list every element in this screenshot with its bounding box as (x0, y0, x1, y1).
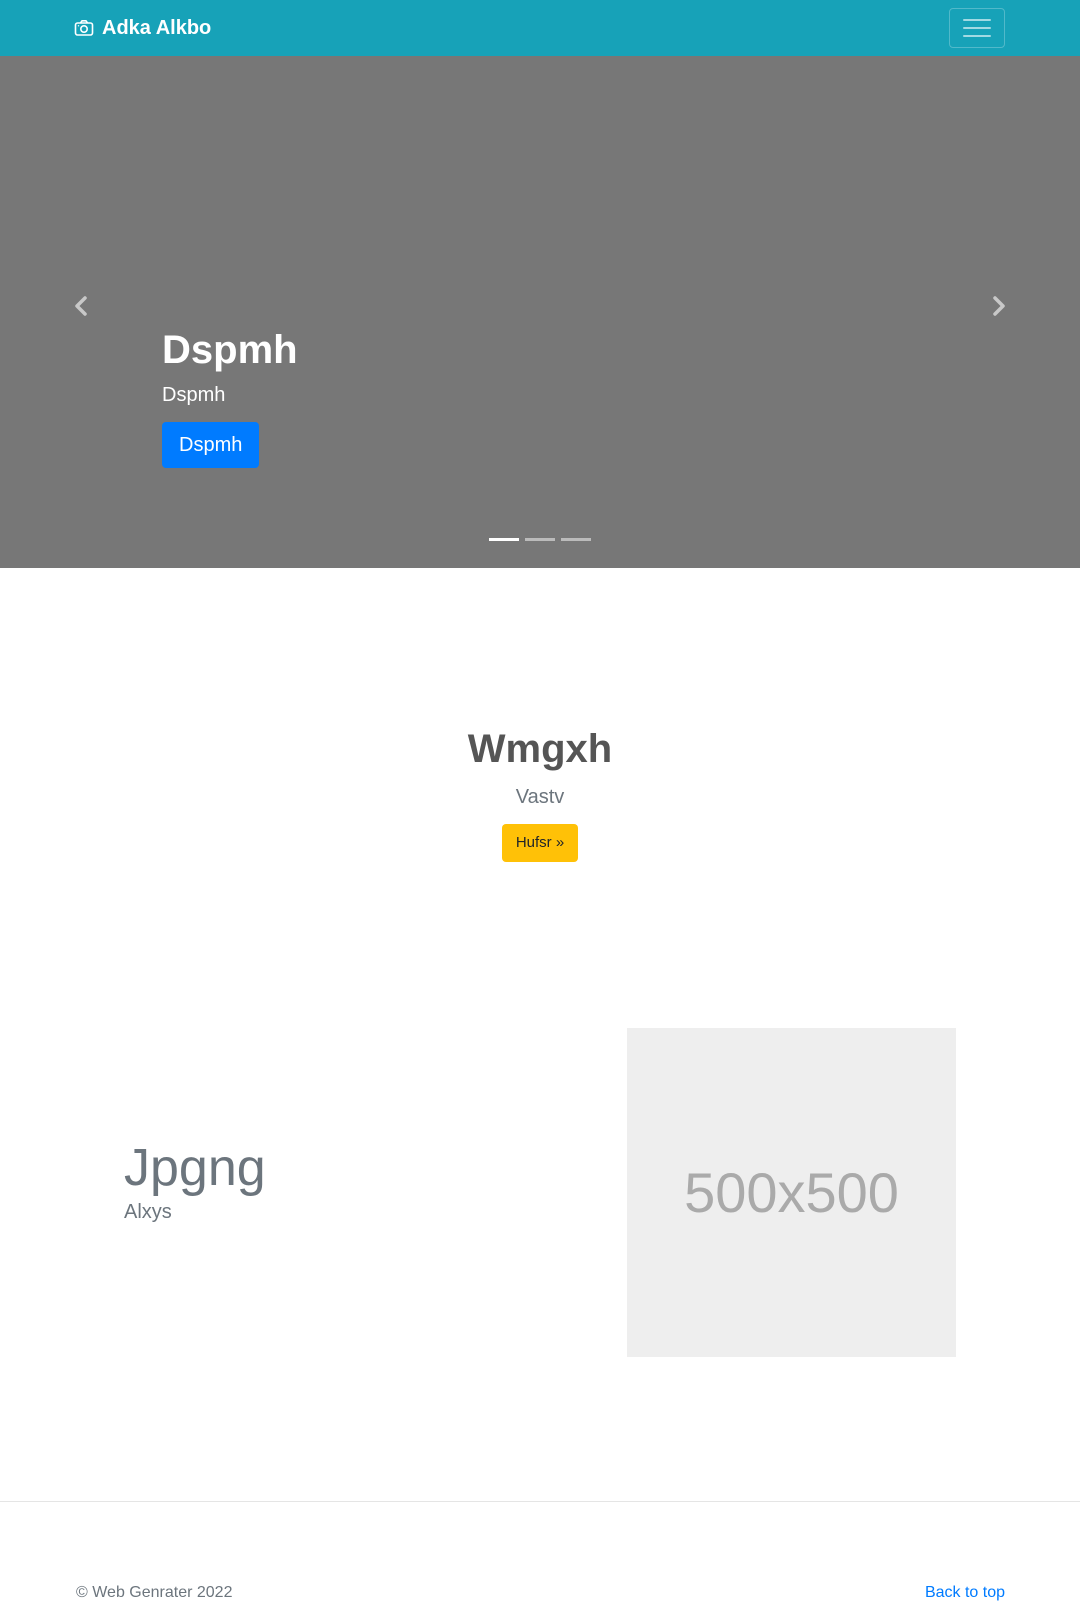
carousel-indicator-3[interactable] (561, 538, 591, 541)
footer-divider (0, 1501, 1080, 1502)
chevron-left-icon (73, 296, 89, 316)
carousel-prev-button[interactable] (0, 56, 162, 568)
navbar: Adka Alkbo (0, 0, 1080, 56)
navbar-toggler-button[interactable] (949, 8, 1005, 48)
hero-carousel: Dspmh Dspmh Dspmh (0, 56, 1080, 568)
feature-text: Jpgng Alxys (124, 1140, 266, 1224)
carousel-subtitle: Dspmh (162, 380, 298, 410)
jumbotron-button[interactable]: Hufsr » (502, 824, 578, 862)
placeholder-label: 500x500 (684, 1160, 899, 1225)
feature-subheading: Alxys (124, 1201, 266, 1224)
back-to-top-link[interactable]: Back to top (925, 1584, 1005, 1602)
feature-image-placeholder: 500x500 (627, 1028, 956, 1357)
jumbotron: Wmgxh Vastv Hufsr » (0, 725, 1080, 862)
carousel-indicators (0, 538, 1080, 541)
carousel-next-button[interactable] (918, 56, 1080, 568)
carousel-cta-button[interactable]: Dspmh (162, 422, 259, 468)
hamburger-menu-icon (963, 17, 991, 39)
footer-copyright: © Web Genrater 2022 (76, 1584, 232, 1602)
camera-icon (74, 18, 94, 38)
carousel-indicator-1[interactable] (489, 538, 519, 541)
brand-link[interactable]: Adka Alkbo (74, 15, 211, 41)
chevron-right-icon (991, 296, 1007, 316)
jumbotron-title: Wmgxh (0, 725, 1080, 773)
carousel-indicator-2[interactable] (525, 538, 555, 541)
carousel-title: Dspmh (162, 326, 298, 374)
carousel-caption: Dspmh Dspmh Dspmh (162, 326, 298, 468)
jumbotron-subtitle: Vastv (0, 784, 1080, 810)
feature-heading: Jpgng (124, 1140, 266, 1197)
brand-name: Adka Alkbo (102, 17, 211, 40)
